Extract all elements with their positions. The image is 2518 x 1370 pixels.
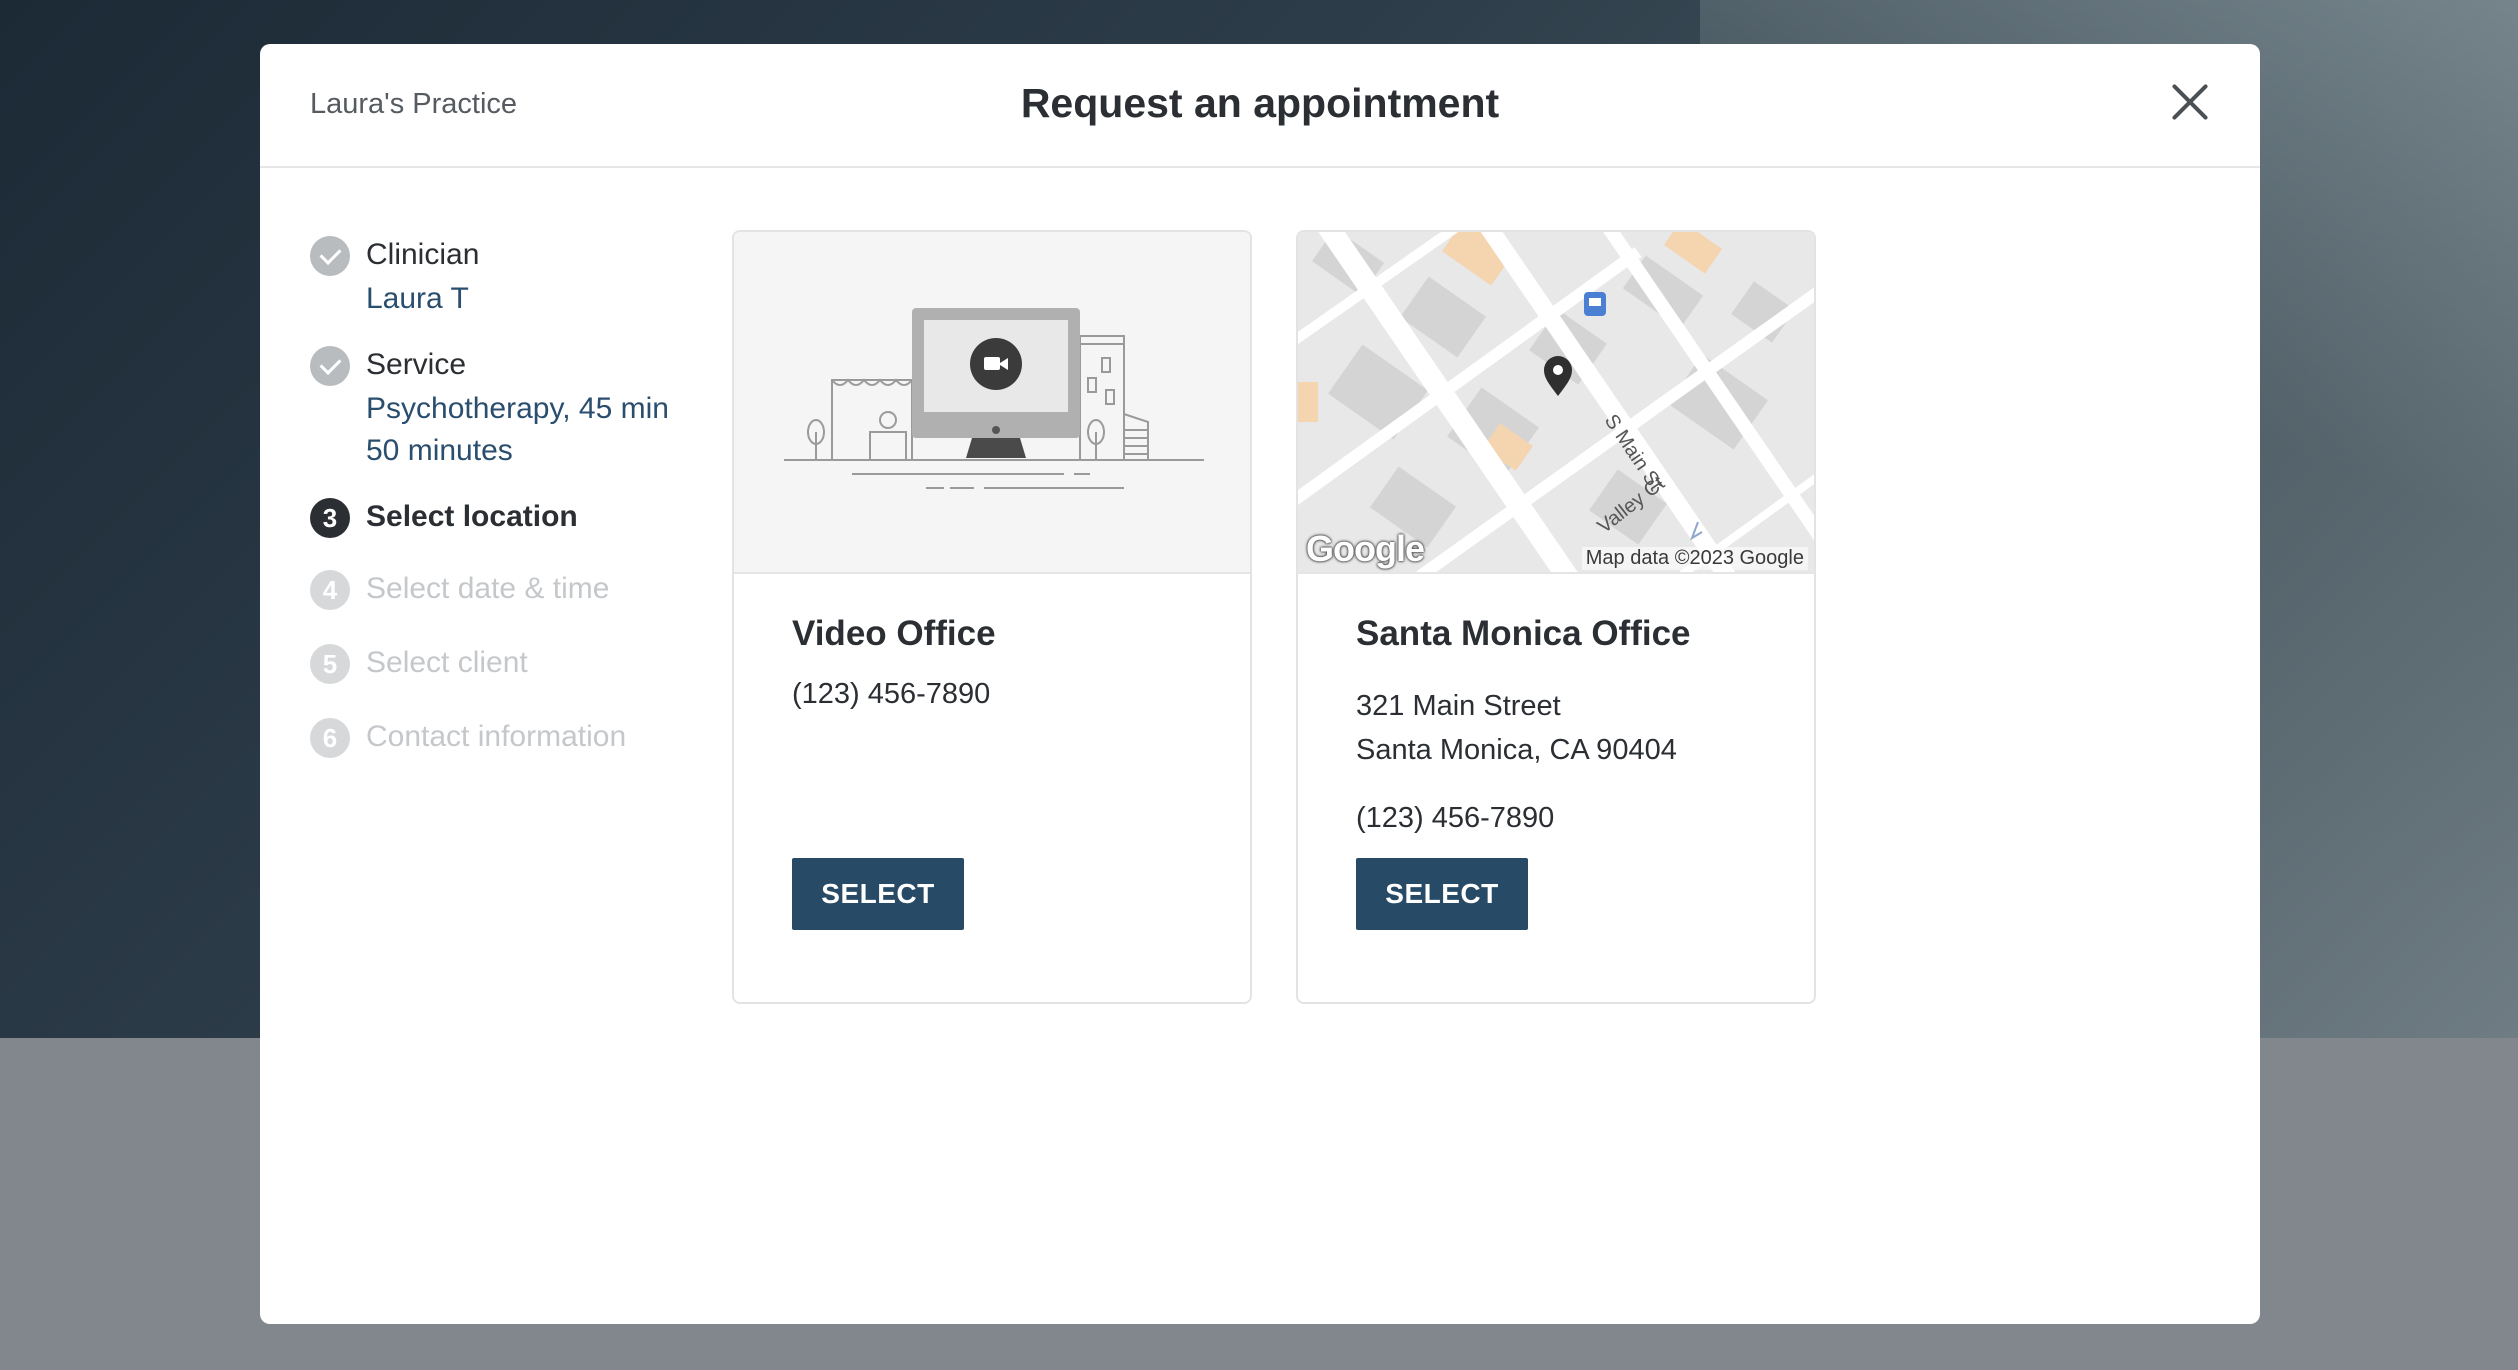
location-name: Santa Monica Office [1356, 614, 1691, 653]
google-logo: Google [1306, 528, 1425, 569]
address-line-1: 321 Main Street [1356, 690, 1561, 722]
location-phone: (123) 456-7890 [792, 678, 991, 710]
check-icon [310, 346, 350, 386]
map-credit[interactable]: Map data ©2023 Google [1581, 547, 1808, 570]
location-name: Video Office [792, 614, 996, 653]
step-value: Laura T [366, 282, 469, 315]
step-label: Select location [366, 500, 578, 533]
step-select-client: 5 Select client [310, 640, 710, 686]
step-number-badge: 4 [310, 570, 350, 610]
step-contact-information: 6 Contact information [310, 714, 710, 760]
step-label: Service [366, 348, 467, 381]
close-icon[interactable] [2160, 72, 2220, 132]
step-select-date-time: 4 Select date & time [310, 566, 710, 612]
modal-title: Request an appointment [1020, 80, 1500, 126]
step-value: Psychotherapy, 45 min [366, 392, 669, 425]
location-map[interactable]: S Main St Valley Ct Google Map data ©202… [1298, 232, 1814, 574]
step-label: Select date & time [366, 572, 610, 605]
step-number-badge: 3 [310, 498, 350, 538]
select-video-office-button[interactable]: SELECT [792, 858, 964, 930]
location-phone: (123) 456-7890 [1356, 802, 1555, 834]
step-label: Clinician [366, 238, 480, 271]
location-card-video-office: Video Office (123) 456-7890 SELECT [732, 230, 1252, 1004]
appointment-modal: Laura's Practice Request an appointment … [260, 44, 2260, 1324]
select-santa-monica-office-button[interactable]: SELECT [1356, 858, 1528, 930]
step-select-location: 3 Select location [310, 494, 710, 540]
check-icon [310, 236, 350, 276]
step-label: Select client [366, 646, 528, 679]
step-service[interactable]: Service Psychotherapy, 45 min 50 minutes [310, 342, 710, 472]
video-office-illustration [734, 232, 1250, 574]
step-number-badge: 5 [310, 644, 350, 684]
step-clinician[interactable]: Clinician Laura T [310, 232, 710, 320]
video-office-icon [784, 308, 1204, 489]
location-card-santa-monica-office: S Main St Valley Ct Google Map data ©202… [1296, 230, 1816, 1004]
step-value-duration: 50 minutes [366, 434, 513, 467]
modal-header: Laura's Practice Request an appointment [260, 44, 2260, 168]
step-list: Clinician Laura T Service Psychotherapy,… [310, 232, 710, 760]
step-label: Contact information [366, 720, 627, 753]
address-line-2: Santa Monica, CA 90404 [1356, 734, 1677, 766]
step-number-badge: 6 [310, 718, 350, 758]
map-tiles: S Main St Valley Ct [1298, 232, 1814, 572]
